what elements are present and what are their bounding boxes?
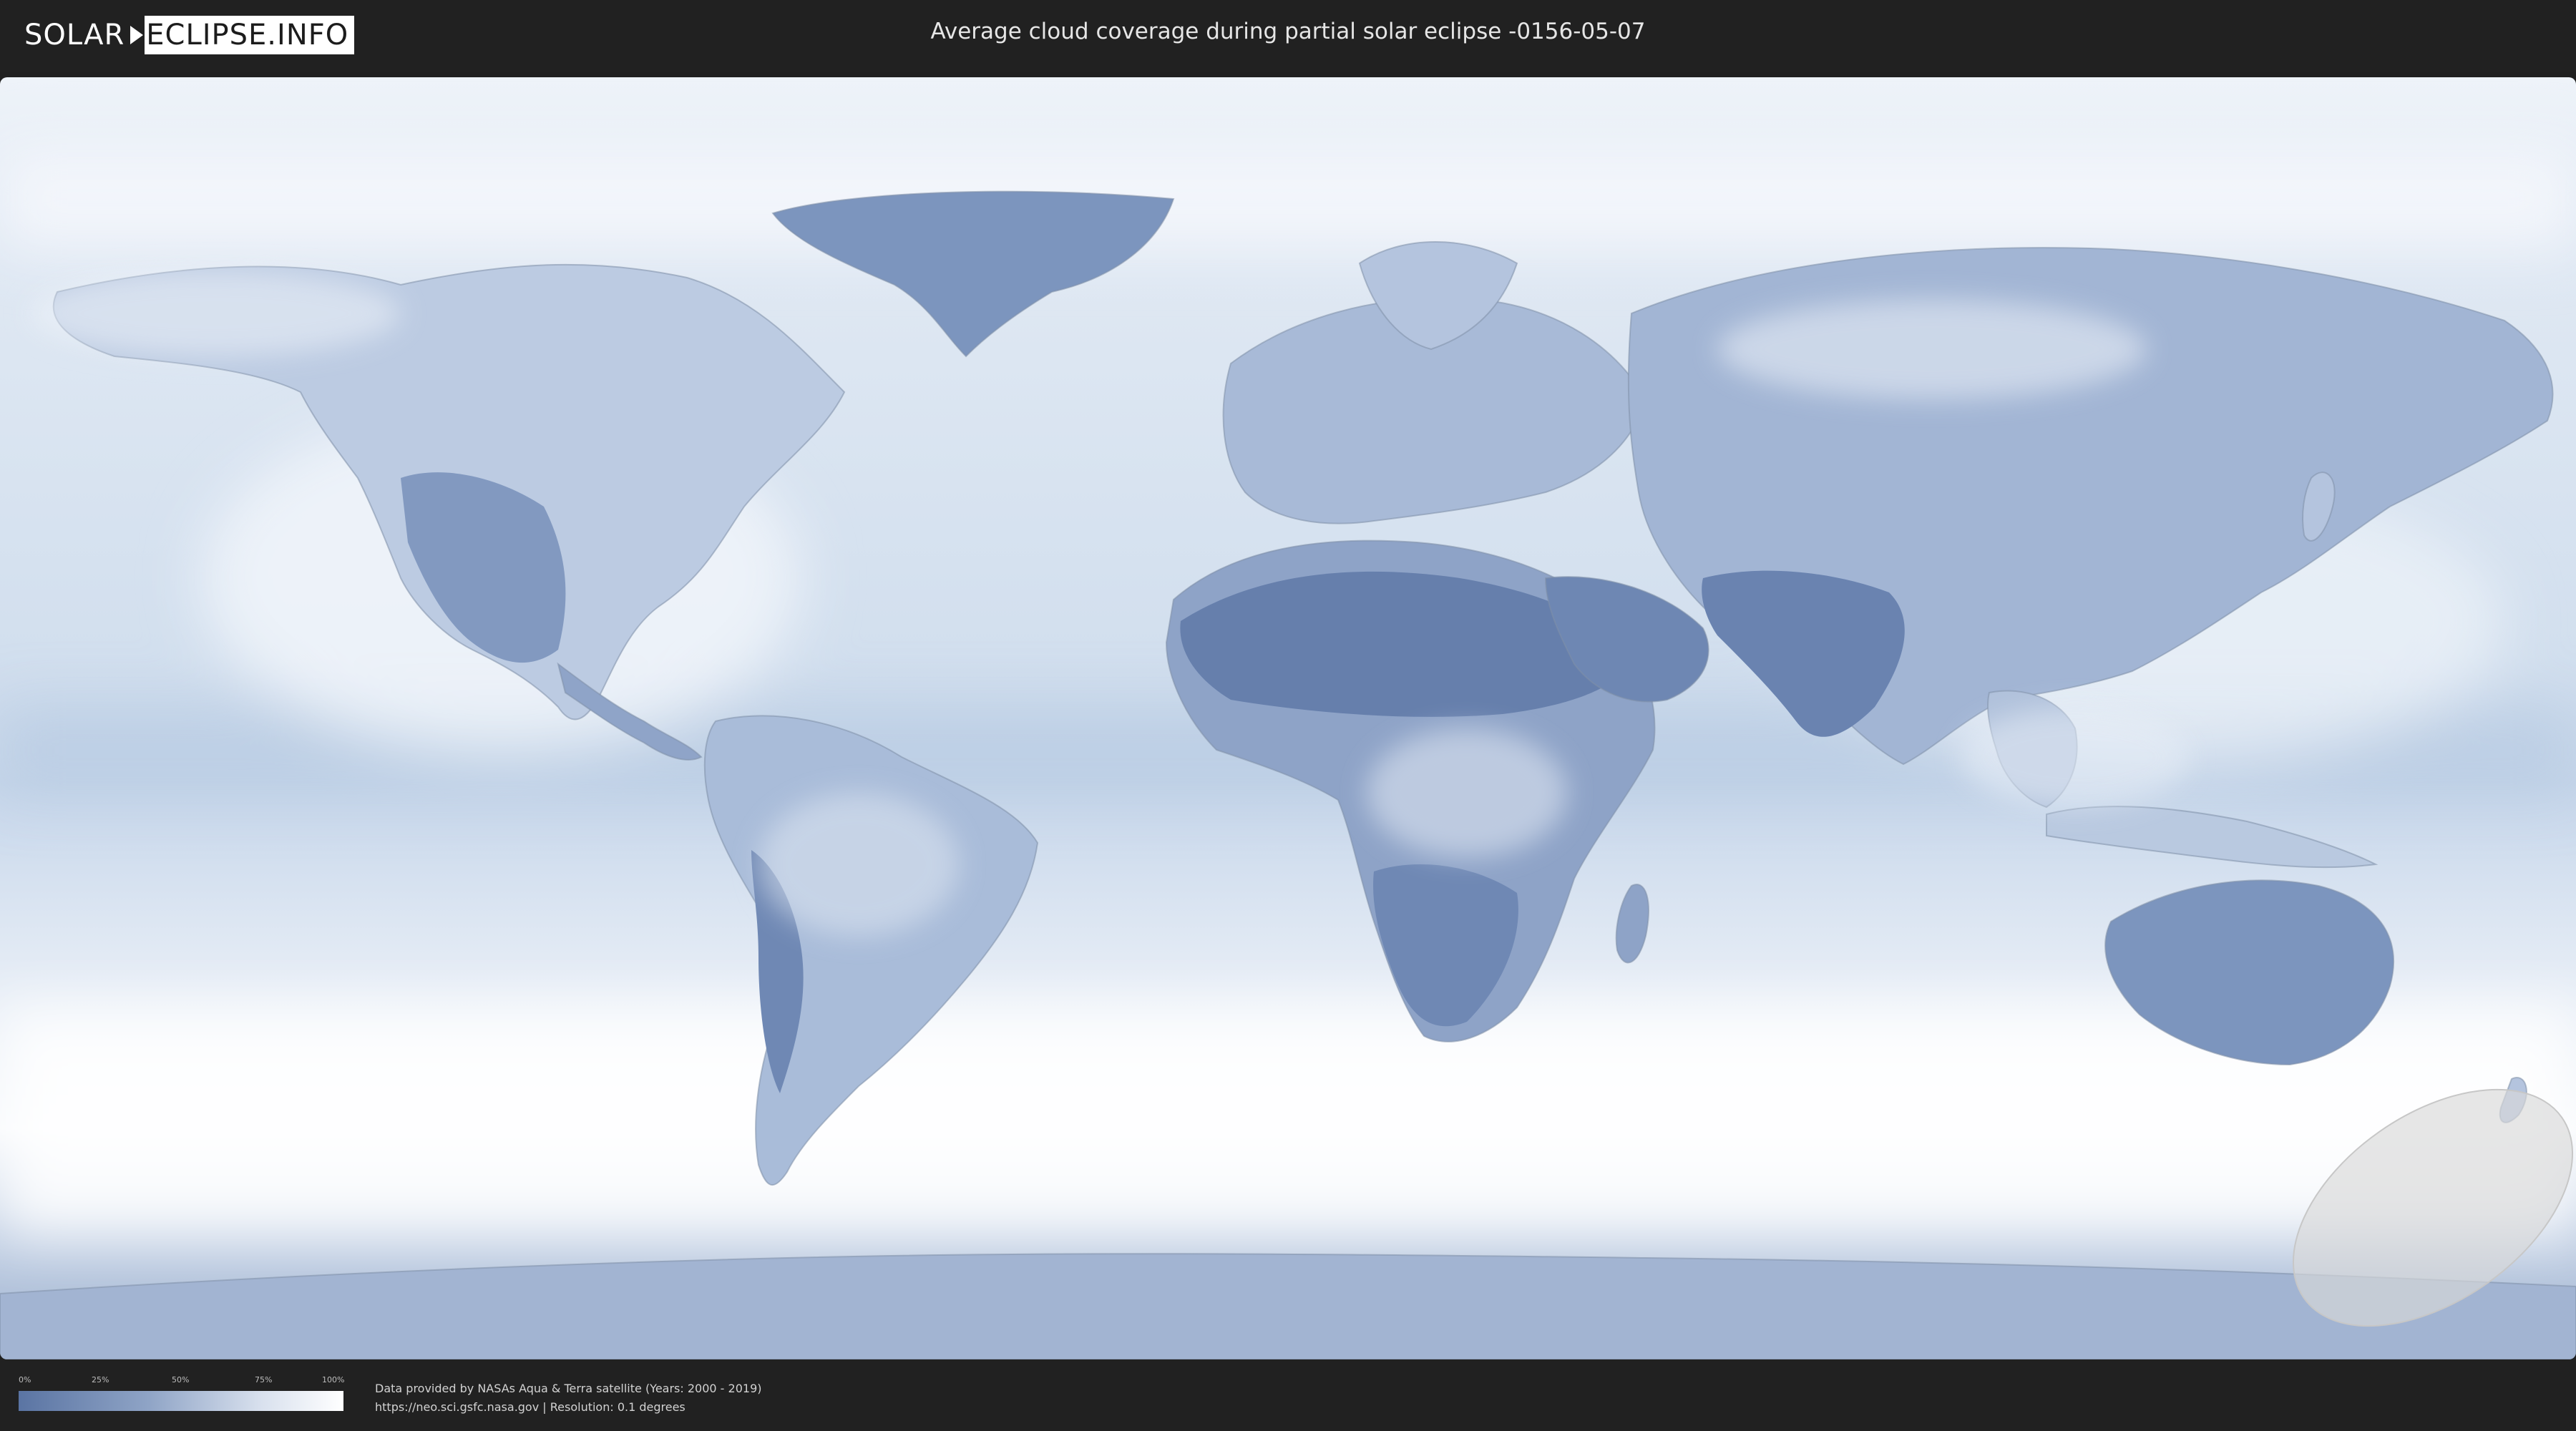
data-credits: Data provided by NASAs Aqua & Terra sate… <box>375 1379 762 1417</box>
legend-tick-100: 100% <box>322 1375 345 1384</box>
legend-tick-25: 25% <box>92 1375 109 1384</box>
credit-line-source: Data provided by NASAs Aqua & Terra sate… <box>375 1382 762 1395</box>
legend-tick-50: 50% <box>172 1375 190 1384</box>
legend-tick-75: 75% <box>255 1375 273 1384</box>
legend-tick-0: 0% <box>19 1375 31 1384</box>
page-title: Average cloud coverage during partial so… <box>930 19 1646 44</box>
footer-bar: 0% 25% 50% 75% 100% Data provided by NAS… <box>0 1359 2576 1431</box>
credit-line-url: https://neo.sci.gsfc.nasa.gov | Resoluti… <box>375 1400 686 1414</box>
legend-ticks: 0% 25% 50% 75% 100% <box>19 1375 345 1387</box>
world-map-svg <box>0 77 2576 1359</box>
header-bar: SOLAR ECLIPSE.INFO Average cloud coverag… <box>0 0 2576 72</box>
cloud-coverage-legend: 0% 25% 50% 75% 100% <box>19 1375 345 1411</box>
legend-color-bar <box>19 1391 343 1411</box>
cloud-coverage-map[interactable] <box>0 77 2576 1359</box>
